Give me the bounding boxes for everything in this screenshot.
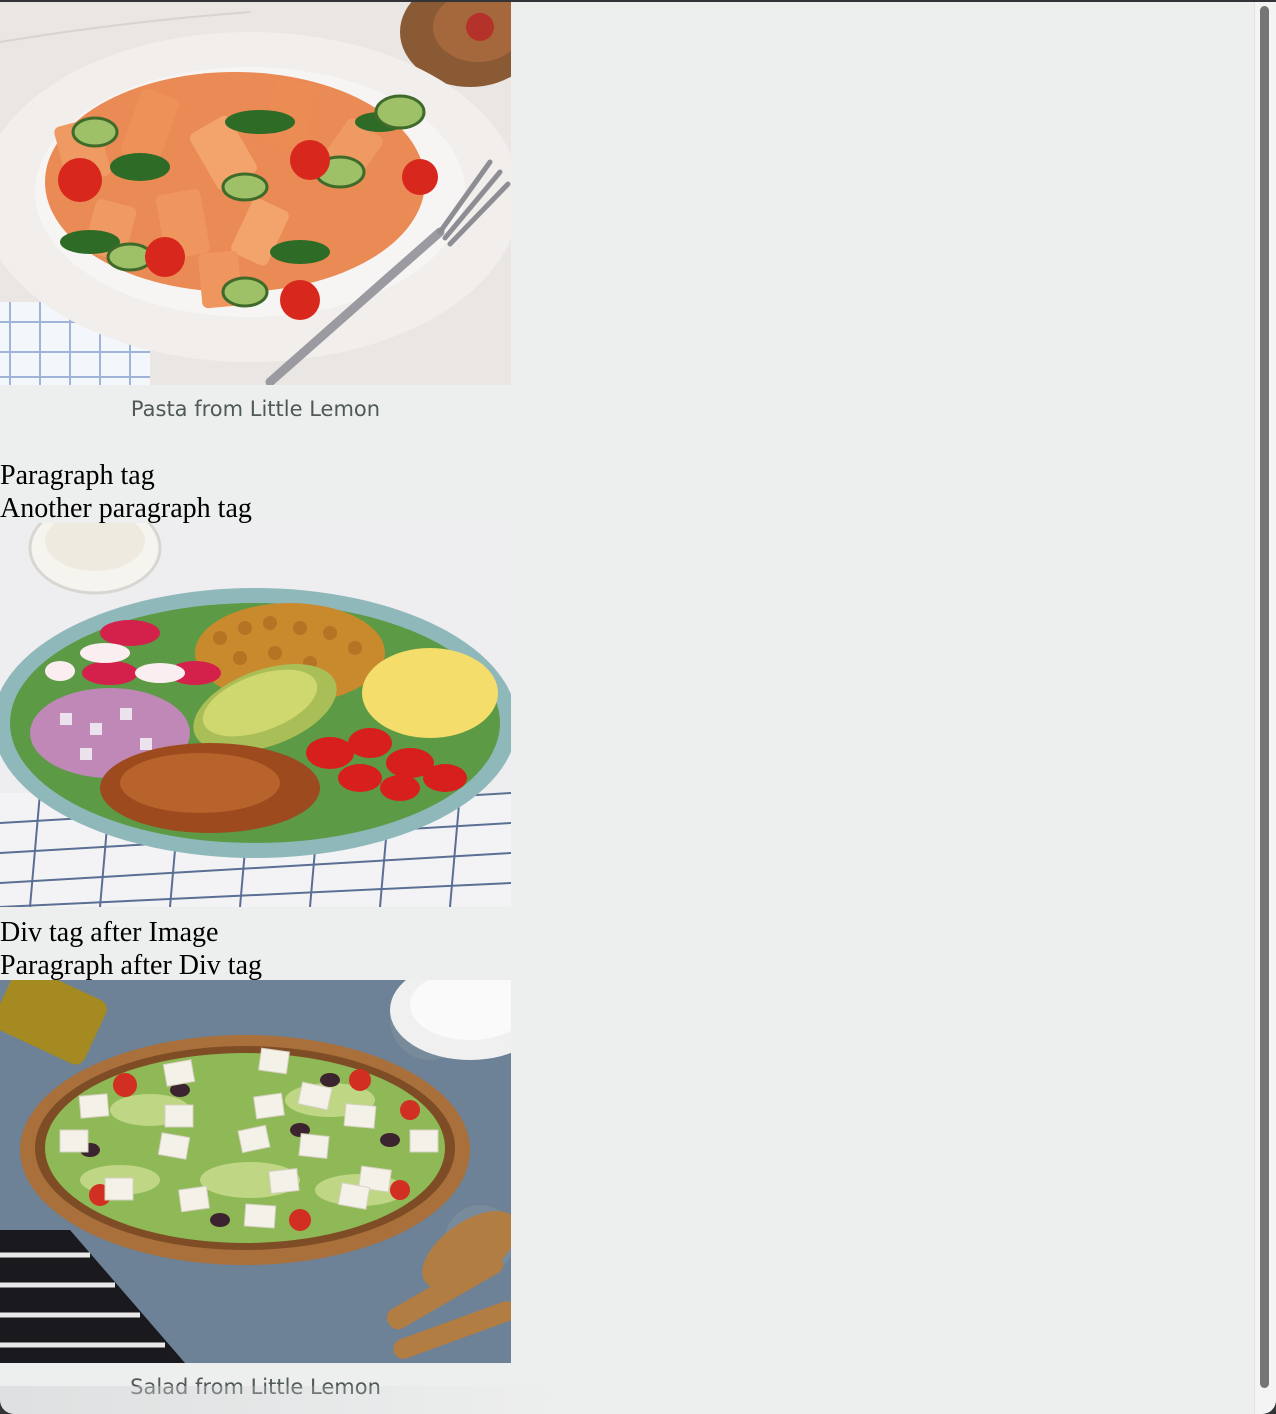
browser-viewport: Pasta from Little Lemon Paragraph tag An… bbox=[0, 2, 1276, 1414]
pasta-image bbox=[0, 2, 511, 385]
scrollbar-thumb[interactable] bbox=[1260, 6, 1269, 1388]
another-paragraph-tag: Another paragraph tag bbox=[0, 493, 252, 524]
salad-image bbox=[0, 980, 511, 1363]
pasta-caption: Pasta from Little Lemon bbox=[130, 397, 381, 421]
div-after-image: Div tag after Image bbox=[0, 917, 219, 948]
page-content: Pasta from Little Lemon Paragraph tag An… bbox=[0, 2, 1255, 1414]
paragraph-tag: Paragraph tag bbox=[0, 460, 155, 491]
paragraph-after-div: Paragraph after Div tag bbox=[0, 950, 262, 981]
vertical-scrollbar[interactable] bbox=[1254, 2, 1276, 1414]
salad-bowl-image bbox=[0, 523, 511, 907]
window-bottom-shadow bbox=[0, 1386, 560, 1414]
